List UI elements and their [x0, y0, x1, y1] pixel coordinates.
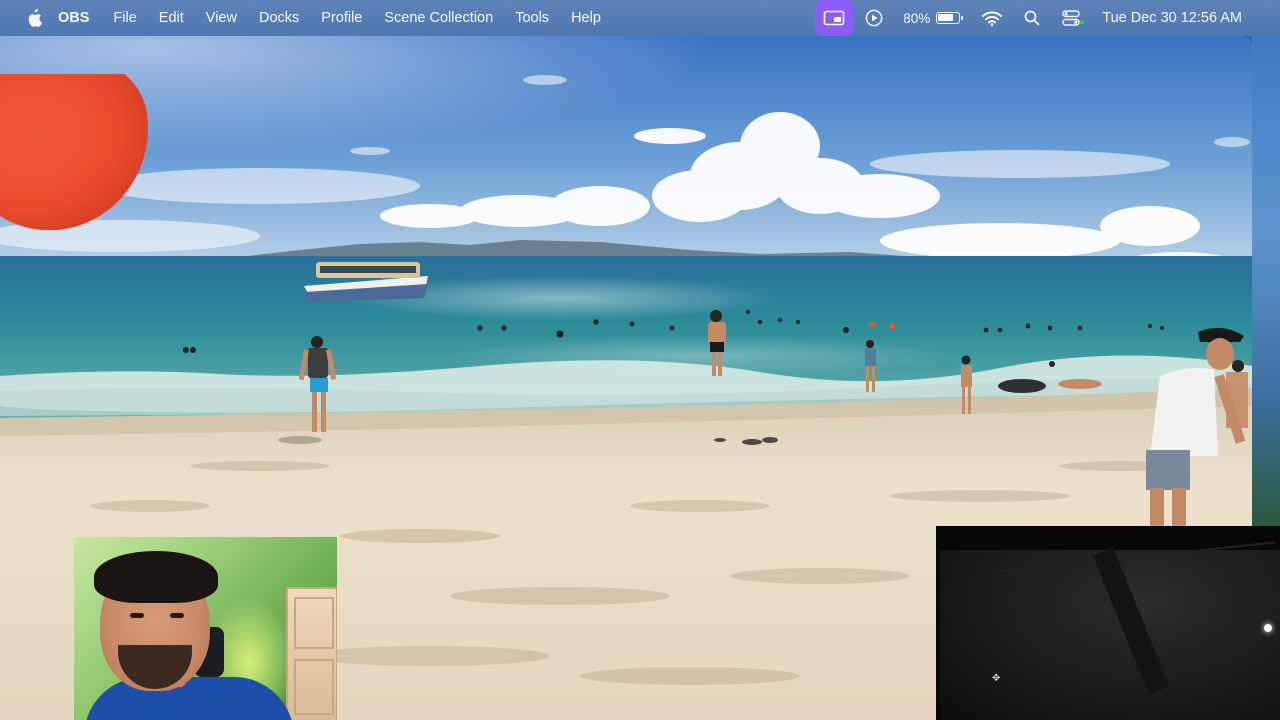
light-dot-icon [1264, 624, 1272, 632]
cursor-icon: ✥ [992, 673, 1001, 684]
menu-file[interactable]: File [113, 10, 136, 26]
menu-view[interactable]: View [206, 10, 237, 26]
menu-scene-collection[interactable]: Scene Collection [384, 10, 493, 26]
search-icon[interactable] [1024, 0, 1040, 36]
menu-docks[interactable]: Docks [259, 10, 299, 26]
status-area: 80% Tue Dec 30 12:56 AM [815, 0, 1242, 36]
menu-clock[interactable]: Tue Dec 30 12:56 AM [1102, 10, 1242, 26]
battery-percent: 80% [903, 10, 931, 26]
apple-icon[interactable] [26, 8, 43, 27]
red-overlay-widget[interactable] [0, 74, 160, 230]
screen-share-icon[interactable] [815, 0, 854, 36]
wifi-icon[interactable] [982, 0, 1003, 36]
background-door [286, 587, 337, 720]
webcam-overlay[interactable] [74, 537, 337, 720]
dark-window-overlay[interactable]: ✥ [936, 526, 1280, 720]
play-circle-icon[interactable] [865, 0, 883, 36]
presenter-shirt [84, 677, 294, 720]
control-center-icon[interactable] [1062, 0, 1085, 36]
desktop-wallpaper-edge [1252, 36, 1280, 526]
menu-edit[interactable]: Edit [159, 10, 184, 26]
menu-profile[interactable]: Profile [321, 10, 362, 26]
menu-app-obs[interactable]: OBS [58, 10, 89, 26]
menu-help[interactable]: Help [571, 10, 601, 26]
battery-icon[interactable] [936, 0, 982, 36]
menu-tools[interactable]: Tools [515, 10, 549, 26]
menu-bar: OBS File Edit View Docks Profile Scene C… [0, 0, 1280, 36]
